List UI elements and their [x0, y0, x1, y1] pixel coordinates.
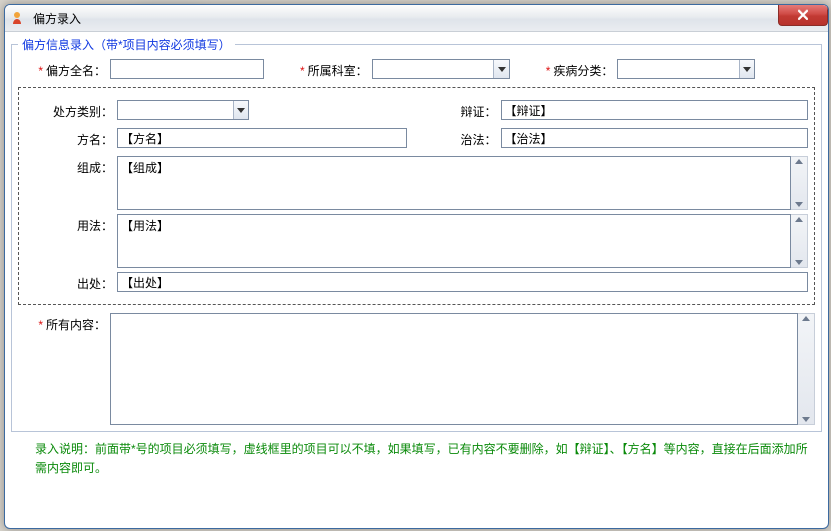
disease-combo-input[interactable]: [618, 60, 739, 78]
all-content-row: 所有内容：: [18, 313, 815, 425]
chevron-down-icon[interactable]: [233, 101, 248, 119]
yongfa-textarea[interactable]: [117, 214, 791, 268]
dept-label: 所属科室：: [300, 64, 368, 78]
dept-combo-input[interactable]: [373, 60, 494, 78]
optional-group: 处方类别： 辩证： 方名： 治法：: [18, 87, 815, 305]
fullname-input[interactable]: [110, 59, 264, 79]
fangming-input[interactable]: [117, 128, 407, 148]
window-title: 偏方录入: [33, 10, 81, 27]
scrollbar[interactable]: [791, 156, 808, 210]
zucheng-label: 组成：: [25, 156, 117, 176]
disease-combo[interactable]: [617, 59, 755, 79]
fullname-label: 偏方全名：: [18, 59, 110, 79]
fangming-label: 方名：: [25, 128, 117, 148]
yongfa-label: 用法：: [25, 214, 117, 234]
bianzheng-input[interactable]: [501, 100, 809, 120]
all-content-textarea[interactable]: [110, 313, 798, 425]
zucheng-textarea[interactable]: [117, 156, 791, 210]
scrollbar[interactable]: [791, 214, 808, 268]
app-icon: [11, 10, 27, 26]
dialog-window: 偏方录入 偏方信息录入（带*项目内容必须填写） 偏方全名： 所属科室：: [4, 4, 829, 529]
client-area: 偏方信息录入（带*项目内容必须填写） 偏方全名： 所属科室： 疾病分类：: [5, 32, 828, 488]
footer-note: 录入说明：前面带*号的项目必须填写，虚线框里的项目可以不填，如果填写，已有内容不…: [11, 436, 822, 484]
zhifa-label: 治法：: [427, 128, 501, 148]
bianzheng-label: 辩证：: [427, 100, 501, 120]
titlebar[interactable]: 偏方录入: [5, 5, 828, 32]
chevron-down-icon[interactable]: [739, 60, 754, 78]
close-button[interactable]: [778, 5, 828, 26]
dept-combo[interactable]: [372, 59, 510, 79]
chuchu-label: 出处：: [25, 272, 117, 292]
top-row: 偏方全名： 所属科室： 疾病分类：: [18, 59, 815, 79]
chevron-down-icon[interactable]: [493, 60, 508, 78]
rx-type-label: 处方类别：: [25, 100, 117, 120]
all-label: 所有内容：: [18, 313, 110, 333]
chuchu-input[interactable]: [117, 272, 808, 292]
rx-type-combo[interactable]: [117, 100, 249, 120]
disease-label: 疾病分类：: [546, 64, 614, 78]
info-fieldset: 偏方信息录入（带*项目内容必须填写） 偏方全名： 所属科室： 疾病分类：: [11, 36, 822, 432]
zhifa-input[interactable]: [501, 128, 809, 148]
rx-type-combo-input[interactable]: [118, 101, 233, 119]
scrollbar[interactable]: [798, 313, 815, 425]
fieldset-legend: 偏方信息录入（带*项目内容必须填写）: [18, 36, 235, 53]
